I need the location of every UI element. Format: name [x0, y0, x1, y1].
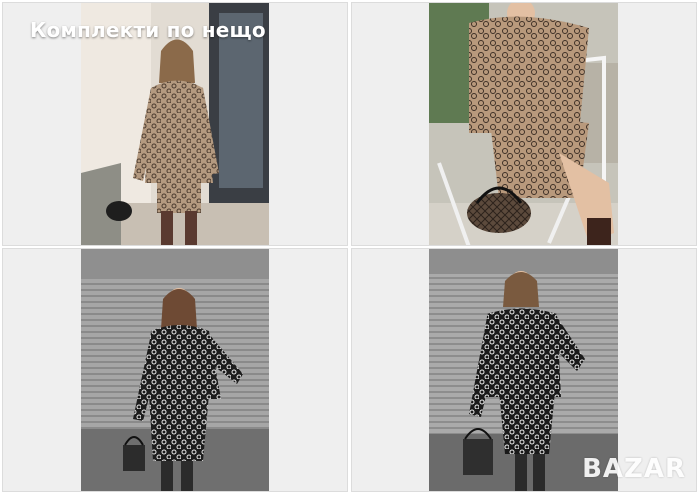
bazar-watermark-logo: BAZAR	[582, 454, 686, 484]
image-gallery-grid: Комплекти по нещо BAZAR	[0, 0, 700, 494]
gallery-tile[interactable]	[2, 248, 348, 492]
listing-title-overlay: Комплекти по нещо	[30, 18, 266, 42]
gallery-tile[interactable]	[351, 2, 697, 246]
product-photo[interactable]	[81, 249, 269, 491]
product-photo[interactable]	[429, 3, 618, 245]
